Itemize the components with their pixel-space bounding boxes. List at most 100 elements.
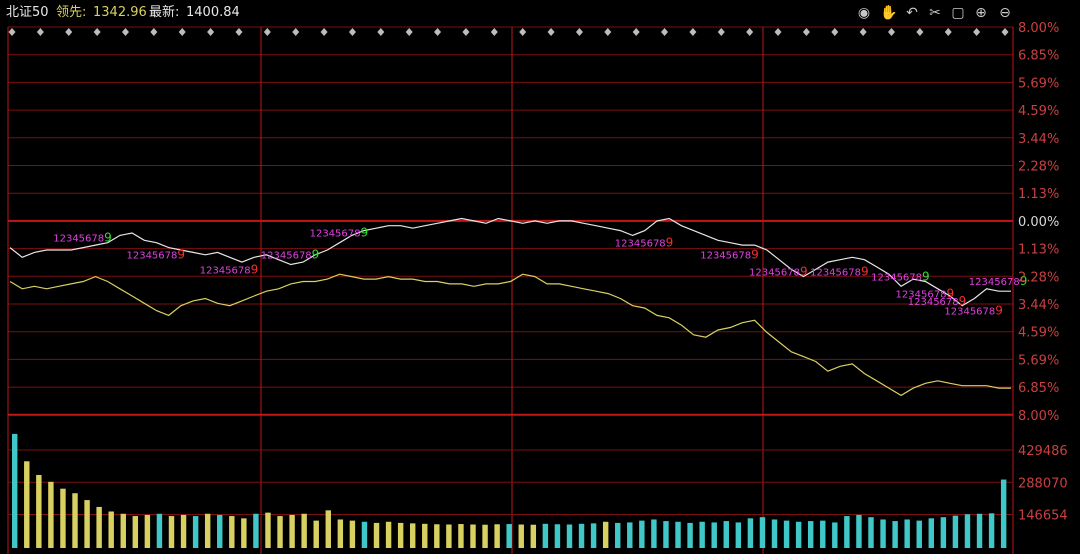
volume-bar — [277, 516, 283, 548]
signal-diamond — [65, 28, 73, 36]
volume-bar — [12, 433, 18, 548]
volume-bar — [844, 516, 850, 548]
signal-diamond — [121, 28, 129, 36]
volume-bar — [96, 506, 102, 548]
td-digits: 12345678 — [749, 268, 800, 279]
volume-bar — [723, 521, 729, 548]
td-digits: 12345678 — [944, 306, 995, 317]
y-tick-label: 4.59% — [1018, 326, 1059, 341]
volume-bar — [566, 524, 573, 548]
volume-bar — [687, 522, 693, 548]
signal-diamond — [944, 28, 952, 36]
volume-bar — [554, 524, 561, 548]
index-chart[interactable]: 1234567891234567891234567891234567891234… — [0, 0, 1080, 554]
signal-diamond — [348, 28, 356, 36]
td-sequence: 123456789 — [200, 262, 259, 276]
volume-bar — [144, 514, 151, 548]
signal-diamond — [377, 28, 385, 36]
volume-bar — [651, 519, 657, 548]
volume-bar — [337, 519, 344, 548]
volume-bar — [832, 522, 838, 548]
index-title: 北证50 — [6, 5, 49, 20]
volume-bar — [132, 516, 139, 548]
lock-icon[interactable]: ▢ — [950, 5, 966, 21]
scissors-icon[interactable]: ✂ — [927, 5, 943, 21]
signal-diamond — [661, 28, 669, 36]
volume-bar — [48, 481, 54, 548]
zoom-out-icon[interactable]: ⊖ — [997, 5, 1013, 21]
volume-bar — [639, 520, 645, 548]
volume-bar — [385, 521, 392, 548]
signal-diamond — [178, 28, 186, 36]
td-digits: 12345678 — [969, 277, 1020, 288]
volume-bar — [409, 523, 416, 548]
td-digits: 12345678 — [615, 239, 666, 250]
signal-diamond — [1001, 28, 1009, 36]
volume-bar — [470, 524, 476, 548]
signal-diamond — [632, 28, 640, 36]
signal-diamond — [802, 28, 810, 36]
y-tick-label: 6.85% — [1018, 49, 1059, 64]
volume-bar — [120, 513, 126, 548]
volume-bar — [856, 514, 862, 548]
volume-bar — [156, 513, 163, 548]
volume-bar — [204, 513, 211, 548]
volume-bar — [482, 524, 488, 548]
volume-bar — [892, 521, 898, 548]
volume-bar — [699, 521, 705, 548]
price-lines — [9, 217, 1011, 397]
volume-bar — [964, 514, 971, 548]
volume-bar — [771, 519, 778, 548]
td-digits: 12345678 — [871, 272, 922, 283]
volume-bar — [988, 513, 995, 548]
volume-bar — [349, 520, 356, 548]
hand-icon[interactable]: ✋ — [880, 5, 897, 21]
lead-value: 1342.96 — [93, 5, 147, 20]
signal-diamond — [405, 28, 413, 36]
signal-diamond — [859, 28, 867, 36]
td-digits: 12345678 — [310, 229, 361, 240]
volume-tick-label: 146654 — [1018, 509, 1068, 524]
td-digits: 12345678 — [126, 251, 177, 262]
td-sequence: 123456789 — [810, 265, 869, 279]
td-count-nine: 9 — [251, 262, 259, 276]
td-count-nine: 9 — [312, 248, 320, 262]
zoom-in-icon[interactable]: ⊕ — [973, 5, 989, 21]
td-sequence: 123456789 — [700, 248, 759, 262]
signal-diamond — [519, 28, 527, 36]
td-count-nine: 9 — [177, 248, 185, 262]
volume-bar — [675, 521, 681, 548]
signal-diamond — [831, 28, 839, 36]
y-tick-label: 8.00% — [1018, 409, 1059, 424]
volume-bar — [868, 517, 874, 548]
volume-bar — [1000, 479, 1007, 548]
td-count-nine: 9 — [751, 248, 759, 262]
td-count-nine: 9 — [861, 265, 869, 279]
volume-bar — [72, 493, 78, 548]
eye-icon[interactable]: ◉ — [856, 5, 872, 21]
undo-icon[interactable]: ↶ — [904, 5, 920, 21]
volume-bar — [627, 522, 633, 548]
td-sequence: 123456789 — [310, 226, 369, 240]
volume-bar — [795, 521, 802, 548]
volume-bar — [807, 521, 814, 548]
volume-bar — [24, 461, 30, 548]
y-tick-label: 1.13% — [1018, 243, 1059, 258]
y-tick-label: 3.44% — [1018, 298, 1059, 313]
lead-price-line — [9, 273, 1011, 397]
signal-diamond — [973, 28, 981, 36]
signal-diamond — [689, 28, 697, 36]
td-digits: 12345678 — [53, 234, 104, 245]
volume-bar — [916, 520, 922, 548]
signal-diamond — [93, 28, 101, 36]
chart-header: 北证50 领先: 1342.96 最新: 1400.84 ◉ ✋ ↶ ✂ ▢ ⊕… — [0, 0, 1080, 26]
volume-bar — [663, 521, 669, 548]
volume-bar — [783, 520, 790, 548]
signal-diamond — [746, 28, 754, 36]
volume-bar — [759, 517, 766, 548]
td-count-nine: 9 — [666, 236, 674, 250]
volume-bar — [434, 524, 440, 548]
signal-diamond — [888, 28, 896, 36]
volume-bar — [84, 500, 90, 548]
signal-diamond — [8, 28, 16, 36]
